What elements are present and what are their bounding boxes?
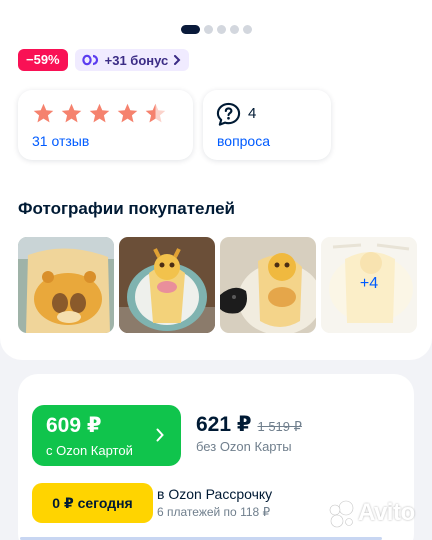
product-top-card: −59% +31 бонус 31 отзыв 4 вопроса Фотогр… — [0, 0, 432, 360]
customer-photo[interactable] — [119, 237, 215, 333]
pagination-dot[interactable] — [243, 25, 252, 34]
star-half-icon — [145, 103, 166, 123]
regular-price-label: без Ozon Карты — [196, 439, 292, 454]
installment-button[interactable]: 0 ₽ сегодня — [32, 483, 153, 523]
questions-count: 4 — [248, 105, 257, 122]
ozon-card-label: с Ozon Картой — [46, 443, 133, 458]
bonus-icon — [81, 54, 98, 66]
bonus-badge[interactable]: +31 бонус — [74, 49, 190, 71]
reviews-link[interactable]: 31 отзыв — [32, 133, 89, 149]
questions-card[interactable]: 4 вопроса — [203, 90, 331, 160]
regular-price-block: 621 ₽ 1 519 ₽ — [196, 412, 302, 437]
questions-link[interactable]: вопроса — [217, 133, 270, 149]
question-bubble-icon — [216, 102, 241, 126]
customer-photo[interactable] — [18, 237, 114, 333]
installment-title[interactable]: в Ozon Рассрочку — [157, 486, 272, 502]
star-icon — [61, 103, 82, 123]
discount-badge: −59% — [18, 49, 68, 71]
star-icon — [117, 103, 138, 123]
old-price: 1 519 ₽ — [257, 419, 302, 434]
bonus-label: +31 бонус — [104, 52, 169, 68]
pagination-dot[interactable] — [204, 25, 213, 34]
ozon-card-price: 609 ₽ — [46, 414, 102, 437]
star-icon — [89, 103, 110, 123]
avito-logo-icon — [329, 500, 354, 528]
customer-photos-strip: +4 — [18, 237, 417, 333]
pagination-dot[interactable] — [217, 25, 226, 34]
gallery-pagination[interactable] — [181, 25, 252, 34]
customer-photo-image — [18, 237, 114, 333]
star-icon — [33, 103, 54, 123]
customer-photo-image — [119, 237, 215, 333]
pagination-dot[interactable] — [230, 25, 239, 34]
customer-photo[interactable] — [220, 237, 316, 333]
chevron-right-icon — [174, 55, 181, 65]
rating-stars — [32, 102, 167, 125]
customer-photo-image — [220, 237, 316, 333]
ozon-card-price-button[interactable]: 609 ₽ с Ozon Картой — [32, 405, 181, 466]
more-photos-tile[interactable]: +4 — [321, 237, 417, 333]
installment-subtitle: 6 платежей по 118 ₽ — [157, 505, 271, 519]
more-photos-count: +4 — [359, 275, 379, 292]
avito-watermark: Avito — [326, 496, 422, 532]
avito-watermark-text: Avito — [358, 499, 415, 526]
regular-price: 621 ₽ — [196, 413, 252, 436]
rating-card[interactable]: 31 отзыв — [18, 90, 193, 160]
chevron-right-icon — [156, 428, 164, 442]
customer-photos-title: Фотографии покупателей — [18, 199, 235, 218]
product-badges: −59% +31 бонус — [18, 49, 190, 71]
pagination-dot-active[interactable] — [181, 25, 200, 34]
